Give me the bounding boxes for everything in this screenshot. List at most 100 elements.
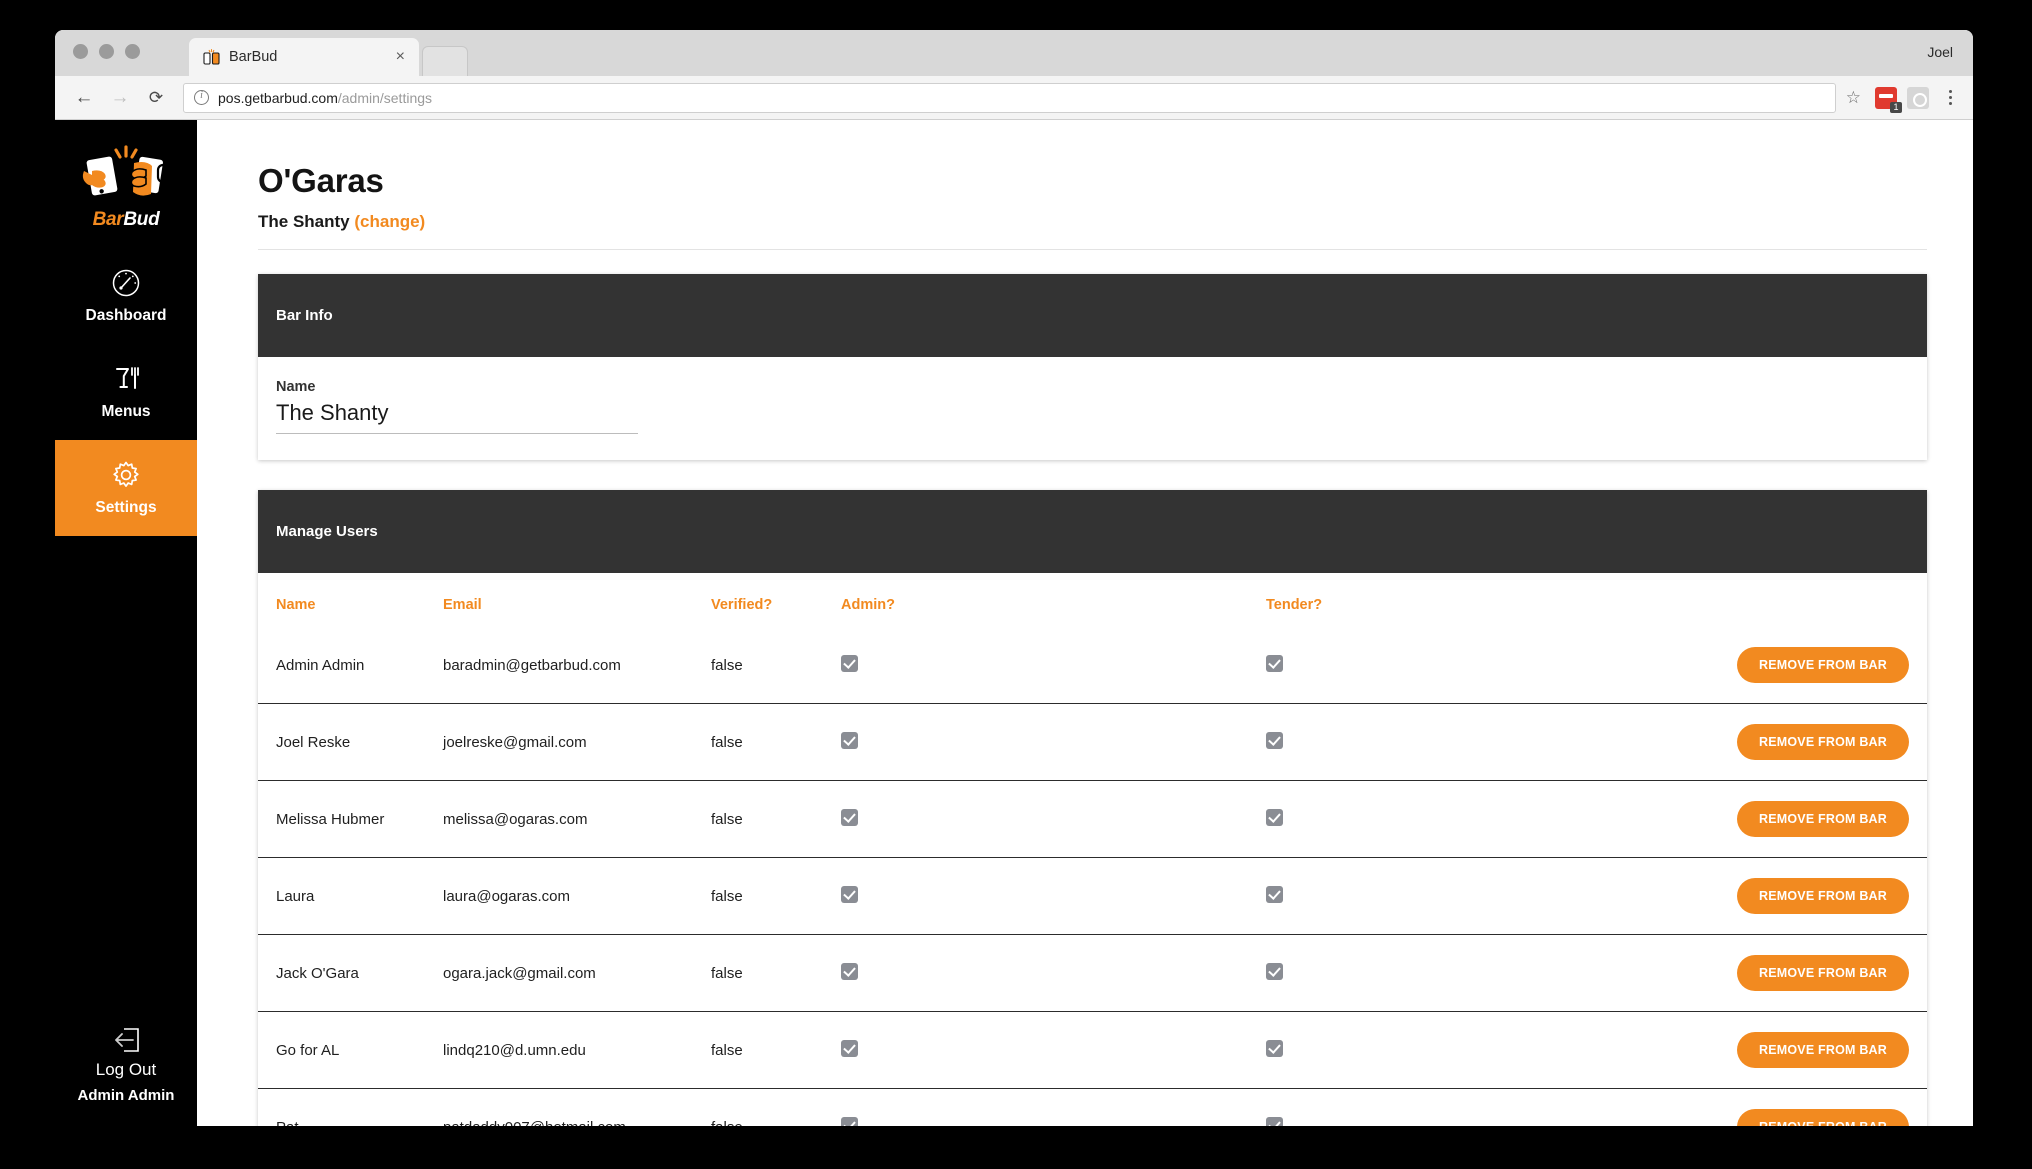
page-title: O'Garas xyxy=(258,162,384,199)
cell-user-name: Admin Admin xyxy=(276,656,365,674)
cell-user-tender xyxy=(1266,627,1691,704)
table-row: Admin Admin baradmin@getbarbud.com false RE… xyxy=(258,627,1927,704)
remove-from-bar-button[interactable]: REMOVE FROM BAR xyxy=(1737,955,1909,991)
chrome-menu-icon[interactable] xyxy=(1941,90,1959,105)
cell-user-verified: false xyxy=(711,1011,841,1089)
reload-icon[interactable]: ⟳ xyxy=(141,83,171,113)
cell-user-verified: false xyxy=(711,656,743,674)
cell-user-action: REMOVE FROM BAR xyxy=(1691,1088,1927,1126)
remove-from-bar-button[interactable]: REMOVE FROM BAR xyxy=(1737,1109,1909,1126)
cell-user-email: baradmin@getbarbud.com xyxy=(443,656,621,674)
cell-user-action: REMOVE FROM BAR xyxy=(1691,1011,1927,1089)
admin-checkbox[interactable] xyxy=(841,885,858,903)
cell-user-admin xyxy=(841,857,1266,935)
cell-user-tender xyxy=(1266,703,1691,781)
cell-user-admin xyxy=(841,1011,1266,1089)
bar-info-header-title: Bar Info xyxy=(276,307,333,324)
browser-profile-name[interactable]: Joel xyxy=(1927,44,1953,60)
table-row: Joel Reske joelreske@gmail.com false REMOVE… xyxy=(258,703,1927,781)
sidebar-item-settings[interactable]: Settings xyxy=(55,440,197,536)
browser-tab-title: BarBud xyxy=(229,49,278,65)
browser-tab[interactable]: BarBud × xyxy=(189,38,419,76)
brand-logo[interactable]: BarBud xyxy=(55,120,197,248)
admin-checkbox[interactable] xyxy=(841,962,858,980)
cell-user-email: melissa@ogaras.com xyxy=(443,780,711,858)
header-divider xyxy=(258,249,1927,250)
table-row: Laura laura@ogaras.com false REMOVE FROM BA… xyxy=(258,857,1927,935)
new-tab-button[interactable] xyxy=(422,46,468,76)
cell-user-email: lindq210@d.umn.edu xyxy=(443,1011,711,1089)
cell-user-verified: false xyxy=(711,703,841,781)
column-header-verified: Verified? xyxy=(711,597,773,613)
remove-from-bar-button[interactable]: REMOVE FROM BAR xyxy=(1737,724,1909,760)
bar-name-input[interactable] xyxy=(276,398,638,434)
cell-user-name: Jack O'Gara xyxy=(258,934,443,1012)
tender-checkbox[interactable] xyxy=(1266,731,1283,749)
admin-checkbox[interactable] xyxy=(841,1039,858,1057)
remove-from-bar-button[interactable]: REMOVE FROM BAR xyxy=(1737,647,1909,683)
admin-checkbox[interactable] xyxy=(841,731,858,749)
close-tab-button[interactable]: × xyxy=(392,49,409,65)
change-bar-link[interactable]: (change) xyxy=(354,212,425,231)
cell-user-tender xyxy=(1266,780,1691,858)
grey-extension-icon[interactable] xyxy=(1907,86,1929,109)
column-header-admin: Admin? xyxy=(841,597,895,613)
admin-checkbox[interactable] xyxy=(841,1116,858,1126)
sidebar: BarBud Dashboard Menus Settings Log Out … xyxy=(55,120,197,1126)
tender-checkbox[interactable] xyxy=(1266,654,1283,672)
gear-icon xyxy=(113,461,139,487)
tender-checkbox[interactable] xyxy=(1266,1039,1283,1057)
admin-checkbox[interactable] xyxy=(841,654,858,672)
cell-user-verified: false xyxy=(711,857,841,935)
table-row: Jack O'Gara ogara.jack@gmail.com false REMO… xyxy=(258,934,1927,1012)
remove-from-bar-button[interactable]: REMOVE FROM BAR xyxy=(1737,878,1909,914)
column-header-name: Name xyxy=(276,597,316,613)
cell-user-action: REMOVE FROM BAR xyxy=(1691,857,1927,935)
cell-user-name: Laura xyxy=(258,857,443,935)
cell-user-admin xyxy=(841,780,1266,858)
site-info-icon[interactable] xyxy=(194,90,209,105)
address-bar[interactable]: pos.getbarbud.com/admin/settings xyxy=(183,82,1836,113)
tender-checkbox[interactable] xyxy=(1266,808,1283,826)
table-row: Go for AL lindq210@d.umn.edu false REMOVE F… xyxy=(258,1011,1927,1089)
bar-info-card: Bar Info Name xyxy=(258,274,1927,460)
forward-icon[interactable]: → xyxy=(105,83,135,113)
url-path: /admin/settings xyxy=(337,89,433,106)
sidebar-item-menus[interactable]: Menus xyxy=(55,344,197,440)
tender-checkbox[interactable] xyxy=(1266,885,1283,903)
minimize-window-button[interactable] xyxy=(99,44,114,59)
cell-user-action: REMOVE FROM BAR xyxy=(1691,934,1927,1012)
brand-logo-text-bud: Bud xyxy=(123,209,160,230)
tender-checkbox[interactable] xyxy=(1266,1116,1283,1126)
window-traffic-lights xyxy=(73,44,140,59)
red-extension-icon[interactable]: 1 xyxy=(1875,86,1902,113)
back-icon[interactable]: ← xyxy=(69,83,99,113)
cell-user-admin xyxy=(841,1088,1266,1126)
remove-from-bar-button[interactable]: REMOVE FROM BAR xyxy=(1737,1032,1909,1068)
cell-user-tender xyxy=(1266,1088,1691,1126)
cell-user-admin xyxy=(841,627,1266,704)
remove-from-bar-button[interactable]: REMOVE FROM BAR xyxy=(1737,801,1909,837)
cell-user-name: Joel Reske xyxy=(258,703,443,781)
cell-user-action: REMOVE FROM BAR xyxy=(1691,627,1927,704)
logout-button[interactable]: Log Out Admin Admin xyxy=(55,1027,197,1104)
cell-user-verified: false xyxy=(711,780,841,858)
users-table-head: Name Email Verified? Admin? Tender? xyxy=(258,573,1927,627)
sidebar-item-dashboard[interactable]: Dashboard xyxy=(55,248,197,344)
cell-user-email: patdaddy007@hotmail.com xyxy=(443,1088,711,1126)
cell-user-verified: false xyxy=(711,1088,841,1126)
users-table-header-row: Name Email Verified? Admin? Tender? xyxy=(258,573,1927,627)
admin-checkbox[interactable] xyxy=(841,808,858,826)
url-host: pos.getbarbud.com xyxy=(218,89,338,106)
column-header-email: Email xyxy=(443,597,482,613)
barbud-favicon-icon xyxy=(203,48,220,66)
tender-checkbox[interactable] xyxy=(1266,962,1283,980)
sidebar-item-menus-label: Menus xyxy=(101,402,151,420)
cell-user-tender xyxy=(1266,1011,1691,1089)
cell-user-tender xyxy=(1266,934,1691,1012)
maximize-window-button[interactable] xyxy=(125,44,140,59)
bookmark-star-icon[interactable]: ☆ xyxy=(1846,89,1861,106)
close-window-button[interactable] xyxy=(73,44,88,59)
extension-badge-count: 1 xyxy=(1890,101,1902,113)
bar-info-card-header: Bar Info xyxy=(258,274,1927,357)
